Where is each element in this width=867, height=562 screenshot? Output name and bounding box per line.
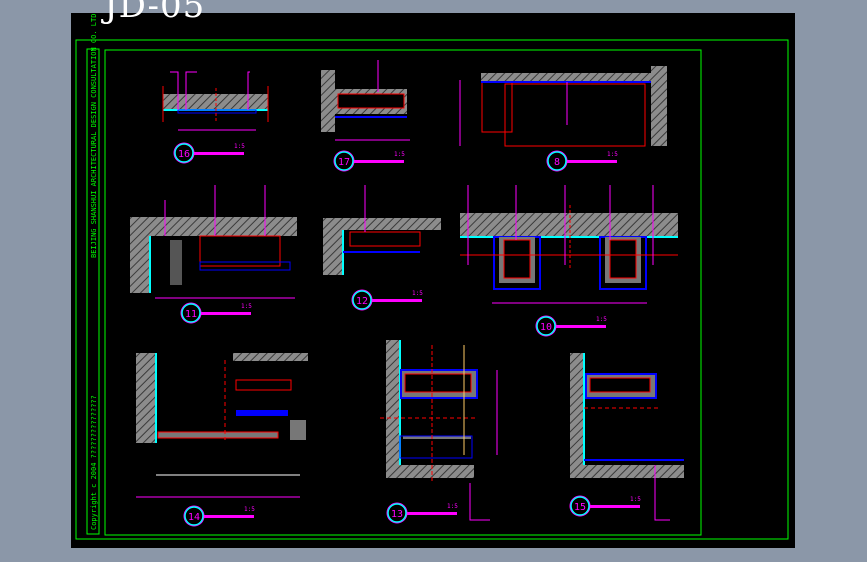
detail-number: 13 — [391, 509, 403, 520]
detail-12-label: 12 1:5 — [351, 289, 423, 311]
detail-number: 8 — [554, 157, 560, 168]
inner-frame — [104, 49, 702, 536]
cad-drawing: BEIJING SHANSHUI ARCHITECTURAL DESIGN CO… — [75, 14, 789, 540]
detail-8-drawing — [459, 66, 667, 147]
detail-number: 15 — [574, 502, 586, 513]
title-underline — [590, 505, 640, 508]
detail-15-label: 15 1:5 — [569, 495, 641, 517]
title-underline — [354, 160, 404, 163]
detail-scale: 1:5 — [234, 143, 245, 150]
detail-14-label: 14 1:5 — [183, 505, 255, 527]
detail-number: 14 — [188, 512, 200, 523]
detail-scale: 1:5 — [596, 316, 607, 323]
detail-16-drawing — [162, 71, 269, 131]
detail-17-label: 17 1:5 — [333, 150, 405, 172]
detail-number: 16 — [178, 149, 190, 160]
detail-number: 12 — [356, 296, 368, 307]
detail-17-drawing — [321, 60, 410, 141]
company-name: BEIJING SHANSHUI ARCHITECTURAL DESIGN CO… — [90, 14, 98, 258]
detail-scale: 1:5 — [607, 151, 618, 158]
detail-13-drawing — [380, 340, 498, 521]
title-underline — [204, 515, 254, 518]
title-underline — [194, 152, 244, 155]
detail-scale: 1:5 — [241, 303, 252, 310]
detail-scale: 1:5 — [244, 506, 255, 513]
detail-10-drawing — [460, 185, 678, 304]
detail-scale: 1:5 — [447, 503, 458, 510]
detail-number: 11 — [185, 309, 197, 320]
detail-10-label: 10 1:5 — [535, 315, 607, 337]
detail-scale: 1:5 — [412, 290, 423, 297]
detail-11-label: 11 1:5 — [180, 302, 252, 324]
title-underline — [567, 160, 617, 163]
detail-scale: 1:5 — [630, 496, 641, 503]
detail-number: 10 — [540, 322, 552, 333]
title-underline — [201, 312, 251, 315]
copyright-text: Copyright c 2004 ??????????????? — [90, 395, 98, 530]
detail-13-label: 13 1:5 — [386, 502, 458, 524]
detail-15-drawing — [570, 353, 684, 521]
detail-12-drawing — [323, 185, 441, 275]
title-underline — [372, 299, 422, 302]
detail-11-drawing — [130, 185, 297, 299]
detail-scale: 1:5 — [394, 151, 405, 158]
outer-frame — [75, 39, 789, 540]
detail-16-label: 16 1:5 — [173, 142, 245, 164]
detail-8-label: 8 1:5 — [546, 150, 618, 172]
detail-14-drawing — [136, 353, 308, 498]
title-underline — [407, 512, 457, 515]
title-underline — [556, 325, 606, 328]
detail-number: 17 — [338, 157, 350, 168]
